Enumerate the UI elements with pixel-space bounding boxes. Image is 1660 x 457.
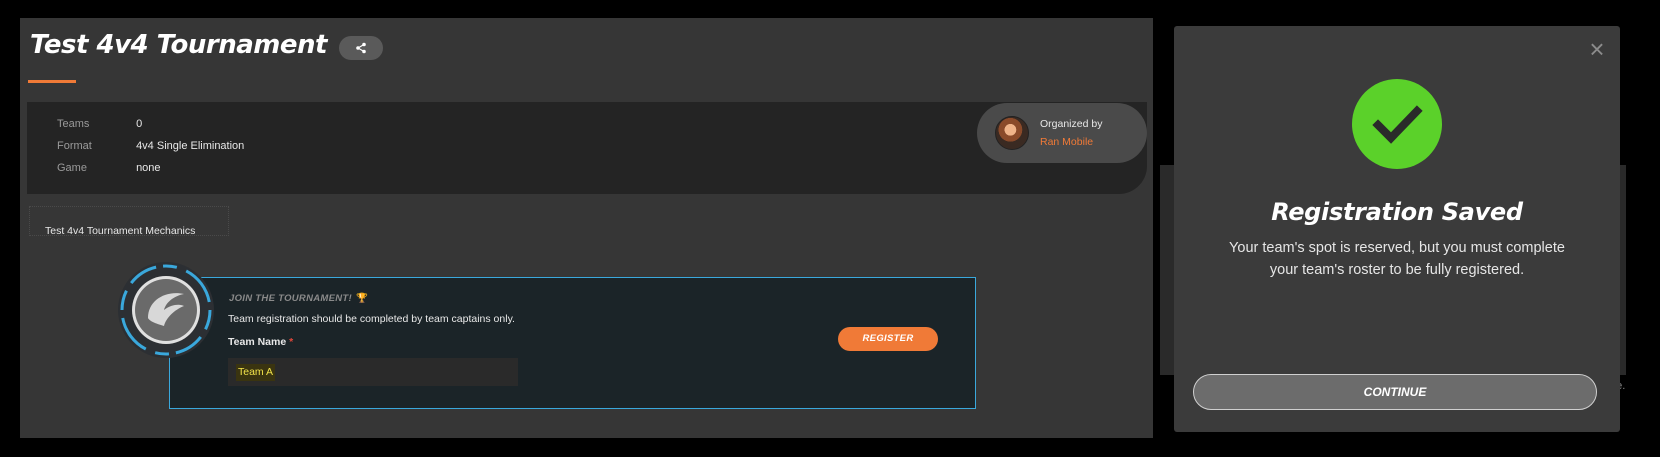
info-value: none bbox=[136, 162, 161, 174]
info-key: Game bbox=[57, 162, 87, 174]
registration-saved-modal: × Registration Saved Your team's spot is… bbox=[1174, 26, 1620, 432]
page-title: Test 4v4 Tournament bbox=[30, 30, 327, 60]
info-value: 4v4 Single Elimination bbox=[136, 140, 245, 152]
info-key: Teams bbox=[57, 118, 90, 130]
close-icon[interactable]: × bbox=[1586, 36, 1608, 62]
organizer-avatar bbox=[995, 116, 1029, 150]
share-icon bbox=[356, 42, 366, 54]
tournament-page: Test 4v4 Tournament Teams 0 Format 4v4 S… bbox=[20, 18, 1153, 438]
team-logo-icon bbox=[120, 264, 212, 356]
organizer-badge[interactable]: Organized by Ran Mobile bbox=[977, 103, 1147, 163]
share-button[interactable] bbox=[339, 36, 383, 60]
team-name-label: Team Name * bbox=[228, 336, 294, 348]
team-name-value: Team A bbox=[236, 364, 276, 381]
info-value: 0 bbox=[136, 118, 143, 130]
trophy-icon: 🏆 bbox=[356, 293, 369, 304]
join-heading: JOIN THE TOURNAMENT! 🏆 bbox=[229, 293, 369, 304]
organizer-name-link[interactable]: Ran Mobile bbox=[1040, 136, 1093, 148]
tournament-info-card: Teams 0 Format 4v4 Single Elimination Ga… bbox=[27, 102, 1147, 194]
info-row-format: Format 4v4 Single Elimination bbox=[57, 140, 244, 152]
organizer-label: Organized by bbox=[1040, 118, 1103, 130]
join-description: Team registration should be completed by… bbox=[228, 313, 515, 325]
continue-button[interactable]: CONTINUE bbox=[1193, 374, 1597, 410]
mechanics-link[interactable]: Test 4v4 Tournament Mechanics bbox=[45, 225, 195, 237]
info-key: Format bbox=[57, 140, 92, 152]
modal-message: Your team's spot is reserved, but you mu… bbox=[1229, 240, 1565, 278]
modal-title: Registration Saved bbox=[1271, 198, 1523, 226]
register-button[interactable]: REGISTER bbox=[838, 327, 938, 351]
info-row-teams: Teams 0 bbox=[57, 118, 142, 130]
team-logo bbox=[118, 262, 214, 358]
team-name-input[interactable]: Team A bbox=[228, 358, 518, 386]
info-row-game: Game none bbox=[57, 162, 161, 174]
required-mark: * bbox=[289, 336, 294, 348]
title-underline bbox=[28, 80, 76, 83]
checkmark-icon bbox=[1352, 79, 1442, 169]
